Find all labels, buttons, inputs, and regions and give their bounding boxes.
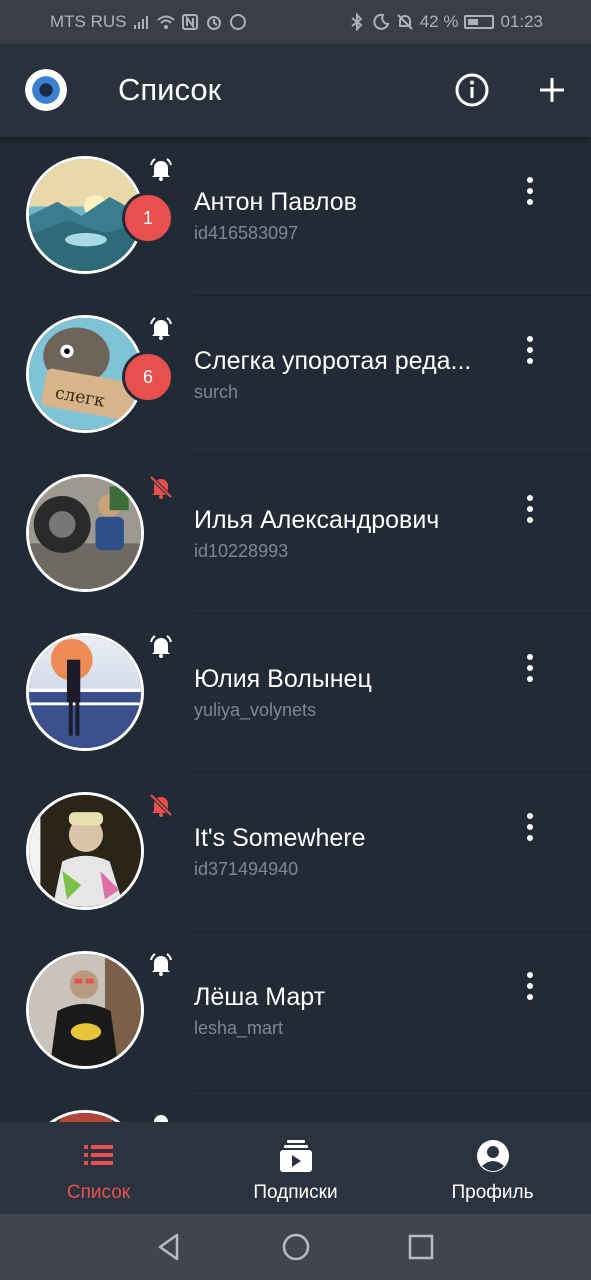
bell-icon[interactable] [148,951,174,977]
item-subtitle: id10228993 [194,541,289,561]
wifi-icon [156,15,175,29]
more-options-button[interactable] [514,652,546,684]
list-item[interactable]: Илья Александрович id10228993 [0,455,591,614]
nav-subscriptions[interactable]: Подписки [197,1122,394,1214]
item-title: Илья Александрович [194,506,440,534]
app-logo-icon [25,69,67,111]
nav-subscriptions-label: Подписки [253,1182,338,1203]
subscriptions-icon [279,1140,312,1172]
list-item[interactable]: It's Somewhere id371494940 [0,773,591,932]
app-bar: Список [0,44,591,137]
nav-profile-label: Профиль [451,1182,534,1203]
item-subtitle: surch [194,382,239,402]
more-options-button[interactable] [514,175,546,207]
profile-icon [476,1140,509,1172]
avatar[interactable] [26,474,144,592]
clock: 01:23 [500,12,543,31]
bell-icon[interactable] [148,315,174,341]
page-title: Список [118,72,222,107]
avatar-image [29,1113,141,1122]
avatar[interactable] [26,792,144,910]
more-options-button[interactable] [514,334,546,366]
avatar-image [29,477,141,589]
add-button[interactable] [534,72,570,108]
carrier-label: MTS RUS [50,12,127,31]
bell-off-icon[interactable] [148,792,174,818]
avatar[interactable] [26,1110,144,1122]
list-item[interactable]: 1 Антон Павлов id416583097 [0,137,591,296]
recents-icon[interactable] [406,1232,436,1262]
bell-off-icon[interactable] [148,474,174,500]
avatar[interactable] [26,633,144,751]
avatar-image [29,954,141,1066]
nav-list-label: Список [66,1182,131,1203]
list-item[interactable] [0,1091,591,1122]
battery-percent: 42 % [419,12,459,31]
item-subtitle: id371494940 [194,859,299,879]
signal-icon [133,16,148,29]
moon-icon [373,13,390,30]
more-options-button[interactable] [514,493,546,525]
list-item[interactable]: слегк 6 Слегка упоротая реда... surch [0,296,591,455]
battery-icon [464,15,495,29]
more-options-button[interactable] [514,970,546,1002]
bell-off-status-icon [396,14,413,30]
list-item[interactable]: Юлия Волынец yuliya_volynets [0,614,591,773]
system-nav-bar [0,1214,591,1280]
unread-badge: 1 [122,192,174,244]
item-title: Антон Павлов [194,188,357,216]
item-title: It's Somewhere [194,824,366,852]
bell-icon[interactable] [148,633,174,659]
bottom-nav: Список Подписки Профиль [0,1122,591,1214]
nfc-icon [181,14,198,30]
item-title: Слегка упоротая реда... [194,347,472,375]
bluetooth-icon [351,13,363,31]
avatar-image [29,636,141,748]
avatar[interactable] [26,951,144,1069]
unread-badge: 6 [122,351,174,403]
list-icon [83,1145,113,1165]
item-subtitle: id416583097 [194,223,299,243]
subscriptions-list[interactable]: 1 Антон Павлов id416583097 слегк 6 Слегк… [0,137,591,1122]
avatar-image [29,795,141,907]
home-icon[interactable] [281,1232,311,1262]
info-button[interactable] [454,72,490,108]
item-title: Юлия Волынец [194,665,372,693]
more-options-button[interactable] [514,811,546,843]
back-icon[interactable] [155,1232,185,1262]
alarm-icon [206,16,221,30]
status-bar: MTS RUS 42 % 01:23 [0,0,591,44]
bell-icon[interactable] [148,156,174,182]
item-title: Лёша Март [194,983,326,1011]
list-item[interactable]: Лёша Март lesha_mart [0,932,591,1091]
item-subtitle: yuliya_volynets [194,700,317,720]
sync-icon [229,14,246,30]
nav-list[interactable]: Список [0,1122,197,1214]
nav-profile[interactable]: Профиль [394,1122,591,1214]
item-subtitle: lesha_mart [194,1018,284,1038]
bell-icon[interactable] [148,1110,174,1122]
